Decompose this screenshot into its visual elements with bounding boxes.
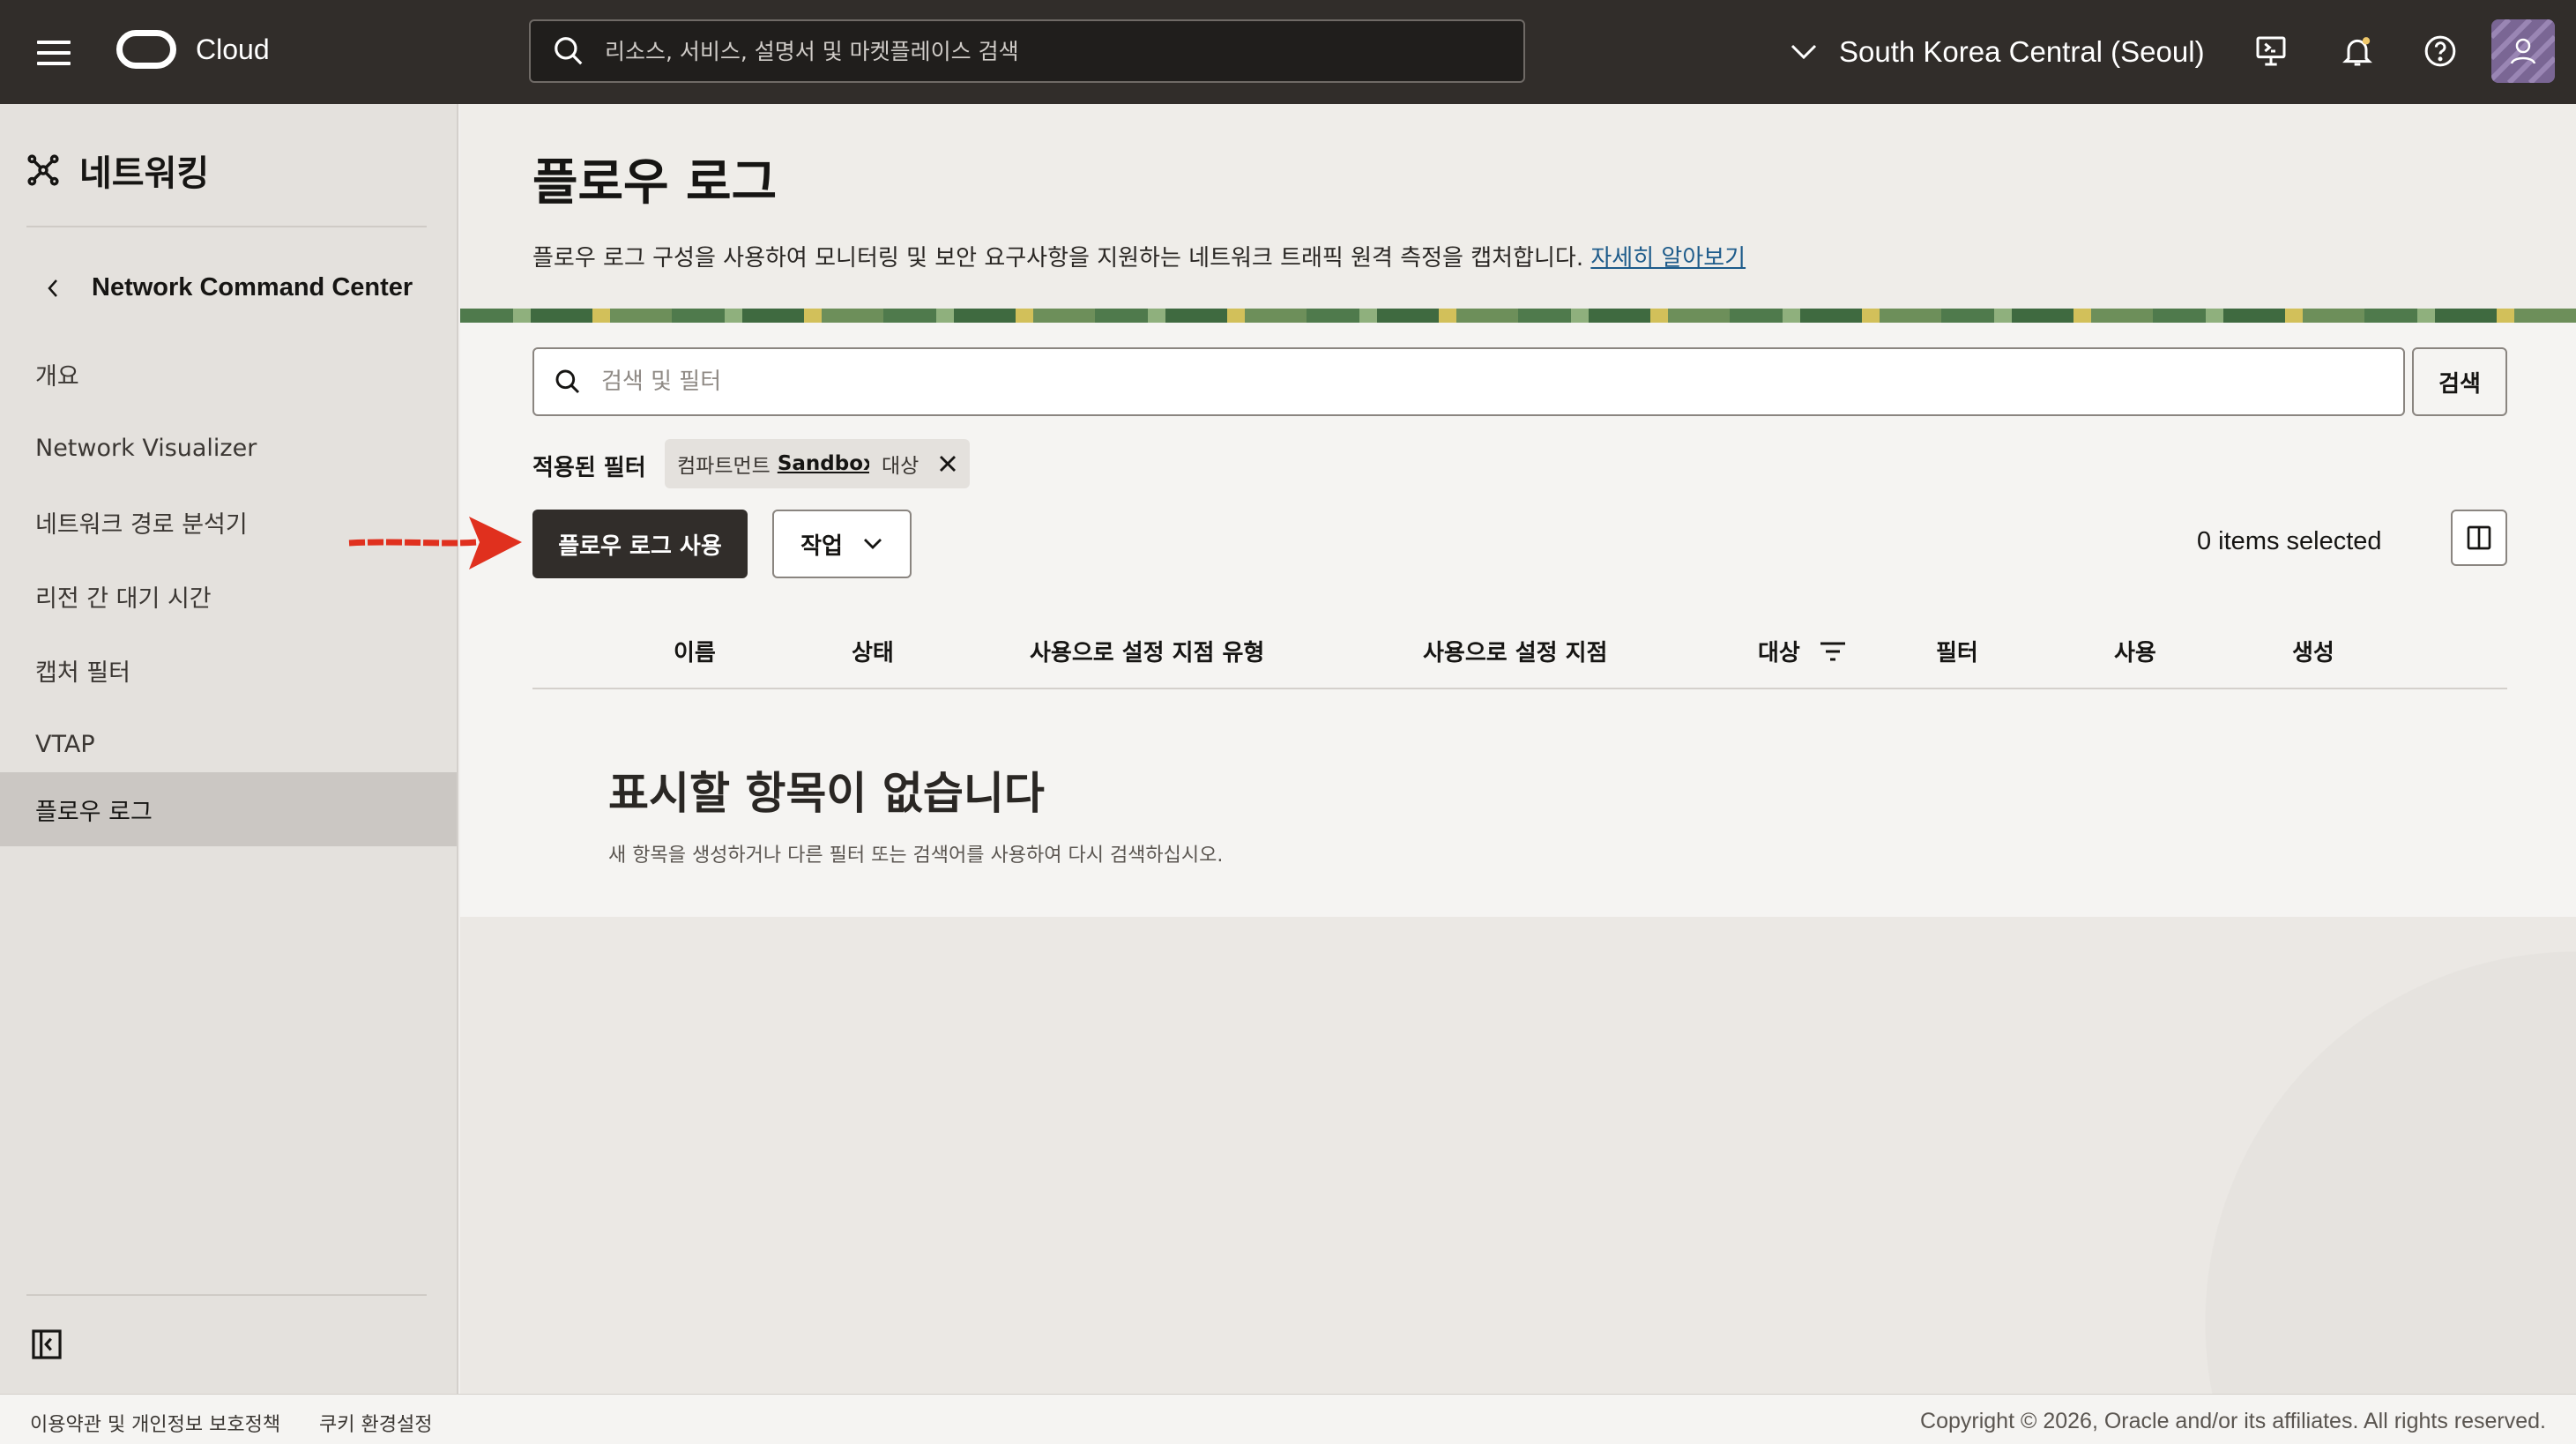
empty-state-description: 새 항목을 생성하거나 다른 필터 또는 검색어를 사용하여 다시 검색하십시오… <box>608 845 1224 867</box>
filter-chip-key: 컴파트먼트 <box>677 455 771 478</box>
applied-filters-label: 적용된 필터 <box>532 455 646 481</box>
sidebar-divider <box>26 1294 427 1296</box>
decorative-banner <box>460 309 2576 323</box>
global-search[interactable] <box>529 19 1525 83</box>
chevron-down-icon <box>863 539 882 549</box>
sidebar-item-label: 개요 <box>35 362 79 391</box>
logo-text[interactable]: Cloud <box>196 33 270 66</box>
menu-icon[interactable] <box>37 41 71 65</box>
search-icon <box>555 37 583 65</box>
cookie-preferences-link[interactable]: 쿠키 환경설정 <box>319 1409 432 1437</box>
learn-more-link[interactable]: 자세히 알아보기 <box>1590 245 1746 272</box>
table-header: 이름 상태 사용으로 설정 지점 유형 사용으로 설정 지점 대상 필터 사용 … <box>532 605 2507 689</box>
sidebar-item-label: VTAP <box>35 730 95 758</box>
sidebar: 네트워킹 Network Command Center 개요 Network V… <box>0 104 458 1394</box>
sidebar-item-label: 네트워크 경로 분석기 <box>35 510 248 539</box>
actions-dropdown[interactable]: 작업 <box>772 510 912 578</box>
filter-chip-target: 대상 <box>869 439 971 488</box>
terms-privacy-link[interactable]: 이용약관 및 개인정보 보호정책 <box>30 1409 280 1437</box>
column-header-target-label: 대상 <box>1758 640 1800 666</box>
sidebar-item-overview[interactable]: 개요 <box>0 337 457 411</box>
sidebar-item-label: 플로우 로그 <box>35 798 153 826</box>
column-settings-button[interactable] <box>2451 510 2507 566</box>
page-description-text: 플로우 로그 구성을 사용하여 모니터링 및 보안 요구사항을 지원하는 네트워… <box>532 245 1584 272</box>
region-label: South Korea Central (Seoul) <box>1839 35 2205 68</box>
region-selector[interactable]: South Korea Central (Seoul) <box>1790 28 2205 76</box>
column-header-enablement-point[interactable]: 사용으로 설정 지점 <box>1423 635 1607 667</box>
search-filter-input[interactable] <box>601 368 2276 395</box>
back-link-label: Network Command Center <box>92 273 413 301</box>
sidebar-title-label: 네트워킹 <box>79 153 210 194</box>
column-header-filter[interactable]: 필터 <box>1936 635 1978 667</box>
sidebar-item-label: 캡처 필터 <box>35 659 130 687</box>
oracle-logo-icon[interactable] <box>116 30 176 69</box>
bell-icon[interactable] <box>2340 33 2375 69</box>
column-header-name[interactable]: 이름 <box>674 635 716 667</box>
sidebar-item-capture-filters[interactable]: 캡처 필터 <box>0 633 457 707</box>
sidebar-item-vtap[interactable]: VTAP <box>0 707 457 781</box>
column-header-enablement-point-type[interactable]: 사용으로 설정 지점 유형 <box>1030 635 1264 667</box>
sidebar-item-label: 리전 간 대기 시간 <box>35 584 212 613</box>
close-icon[interactable] <box>938 454 957 473</box>
main-content: 플로우 로그 플로우 로그 구성을 사용하여 모니터링 및 보안 요구사항을 지… <box>460 104 2576 1394</box>
cloud-shell-icon[interactable] <box>2253 33 2289 69</box>
column-header-enabled[interactable]: 사용 <box>2114 635 2156 667</box>
copyright-text: Copyright © 2026, Oracle and/or its affi… <box>1920 1409 2546 1433</box>
help-icon[interactable] <box>2423 33 2458 69</box>
chevron-down-icon <box>1791 44 1817 60</box>
collapse-sidebar-icon[interactable] <box>30 1328 63 1361</box>
sidebar-item-network-visualizer[interactable]: Network Visualizer <box>0 411 457 485</box>
sidebar-item-label: Network Visualizer <box>35 434 257 462</box>
search-icon <box>555 369 580 394</box>
column-header-created[interactable]: 생성 <box>2292 635 2334 667</box>
filter-icon[interactable] <box>1820 641 1846 662</box>
enable-flow-logs-button[interactable]: 플로우 로그 사용 <box>532 510 748 578</box>
user-avatar-icon[interactable] <box>2491 19 2555 83</box>
column-header-state[interactable]: 상태 <box>852 635 894 667</box>
column-header-target[interactable]: 대상 <box>1758 635 1846 667</box>
search-filter-field[interactable] <box>532 347 2405 416</box>
sidebar-title: 네트워킹 <box>26 145 209 196</box>
sidebar-divider <box>26 226 427 227</box>
list-panel: 검색 적용된 필터 컴파트먼트 Sandbox-AI 대상 플로우 로그 사용 … <box>460 323 2576 917</box>
top-header: Cloud South Korea Central (Seoul) <box>0 0 2576 104</box>
back-link[interactable]: Network Command Center <box>46 273 413 302</box>
filter-chip-key: 대상 <box>882 455 919 478</box>
empty-state-title: 표시할 항목이 없습니다 <box>608 767 1045 819</box>
chevron-left-icon <box>48 279 57 297</box>
background-texture <box>460 917 2576 1394</box>
annotation-arrow-icon <box>348 517 522 569</box>
search-button[interactable]: 검색 <box>2412 347 2507 416</box>
actions-label: 작업 <box>800 532 843 560</box>
sidebar-item-flow-logs[interactable]: 플로우 로그 <box>0 772 457 846</box>
page-title: 플로우 로그 <box>532 154 778 212</box>
networking-icon <box>27 154 59 186</box>
selected-count: 0 items selected <box>2197 527 2382 555</box>
page-description: 플로우 로그 구성을 사용하여 모니터링 및 보안 요구사항을 지원하는 네트워… <box>532 240 1746 272</box>
global-search-input[interactable] <box>605 38 1486 64</box>
columns-icon <box>2467 525 2491 550</box>
footer: 이용약관 및 개인정보 보호정책 쿠키 환경설정 Copyright © 202… <box>0 1394 2576 1444</box>
